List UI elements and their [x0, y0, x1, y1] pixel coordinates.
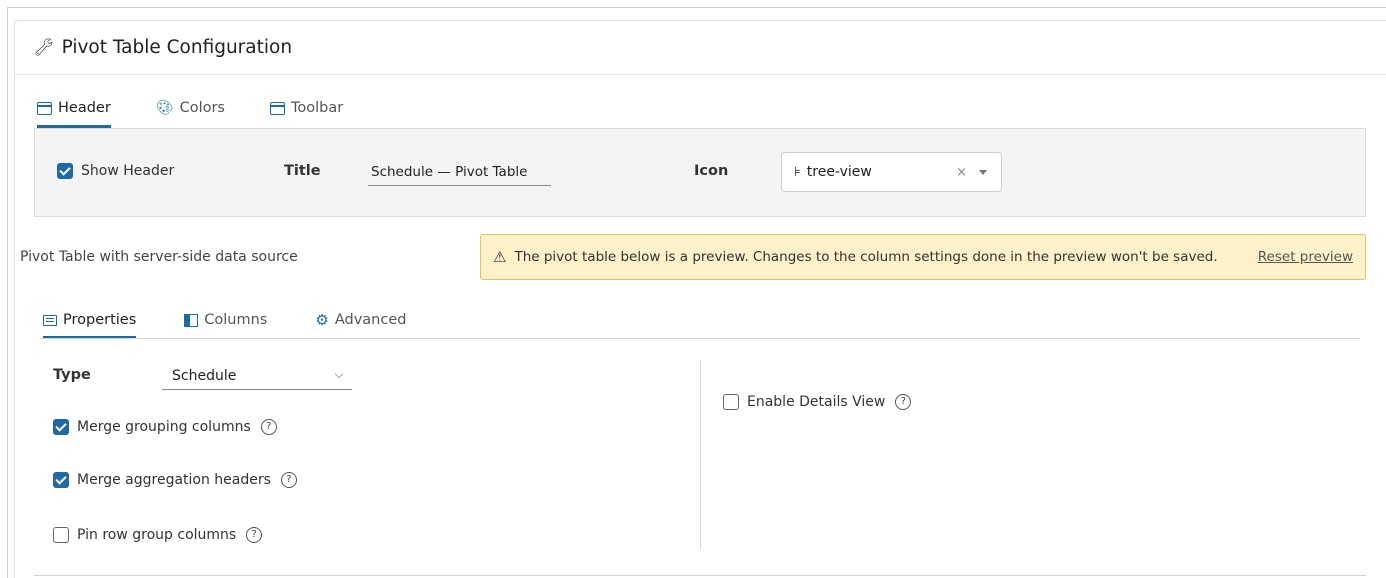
merge-grouping-label: Merge grouping columns — [77, 419, 251, 435]
enable-details-option[interactable]: Enable Details View ? — [723, 394, 912, 410]
pin-row-group-label: Pin row group columns — [77, 527, 237, 543]
card-header: 🔧︎ Pivot Table Configuration — [15, 21, 1386, 75]
data-source-text: Pivot Table with server-side data source — [20, 249, 298, 265]
show-header-checkbox[interactable] — [57, 163, 73, 179]
tab-columns[interactable]: Columns — [184, 309, 267, 339]
preview-warning: ⚠ The pivot table below is a preview. Ch… — [480, 234, 1366, 280]
tree-view-icon: ⊧ — [794, 164, 801, 180]
help-icon[interactable]: ? — [895, 394, 912, 410]
tab-label: Properties — [63, 312, 137, 328]
tab-label: Toolbar — [291, 100, 344, 116]
caret-down-icon[interactable] — [979, 169, 987, 175]
enable-details-label: Enable Details View — [747, 394, 886, 410]
show-header-label: Show Header — [81, 163, 175, 179]
reset-preview-link[interactable]: Reset preview — [1258, 249, 1353, 265]
window-icon — [37, 102, 52, 115]
column-divider — [700, 360, 701, 549]
pin-row-group-option[interactable]: Pin row group columns ? — [53, 527, 263, 543]
columns-icon — [184, 314, 199, 327]
type-select-value: Schedule — [172, 367, 237, 384]
list-icon — [43, 315, 57, 326]
tab-header[interactable]: Header — [37, 96, 111, 128]
show-header-option[interactable]: Show Header — [57, 163, 174, 179]
type-select[interactable]: Schedule — [162, 362, 352, 390]
enable-details-checkbox[interactable] — [723, 394, 739, 410]
sub-tabs: Properties Columns ⚙ Advanced — [43, 309, 454, 339]
tab-label: Colors — [179, 100, 225, 116]
warning-message: The pivot table below is a preview. Chan… — [514, 249, 1218, 265]
top-tabs: Header 🎨︎ Colors Toolbar — [37, 96, 388, 128]
merge-grouping-option[interactable]: Merge grouping columns ? — [53, 419, 277, 435]
bottom-divider — [34, 575, 1366, 576]
merge-aggregation-checkbox[interactable] — [53, 472, 69, 488]
icon-select[interactable]: ⊧ tree-view × — [781, 152, 1002, 192]
title-input[interactable]: Schedule — Pivot Table — [368, 158, 551, 186]
tab-properties[interactable]: Properties — [43, 309, 137, 339]
icon-select-value: tree-view — [806, 164, 872, 180]
tab-label: Header — [58, 100, 111, 116]
tab-label: Advanced — [334, 312, 407, 328]
header-settings-panel: Show Header Title Schedule — Pivot Table… — [34, 128, 1366, 217]
wrench-icon: 🔧︎ — [33, 37, 55, 58]
tab-advanced[interactable]: ⚙ Advanced — [315, 309, 406, 339]
icon-label: Icon — [694, 163, 729, 179]
type-label: Type — [53, 367, 91, 383]
help-icon[interactable]: ? — [280, 472, 297, 488]
pin-row-group-checkbox[interactable] — [53, 527, 69, 543]
help-icon[interactable]: ? — [246, 527, 263, 543]
merge-aggregation-option[interactable]: Merge aggregation headers ? — [53, 472, 297, 488]
merge-grouping-checkbox[interactable] — [53, 419, 69, 435]
tab-label: Columns — [204, 312, 268, 328]
tabs-divider — [40, 338, 1360, 339]
toolbar-icon — [270, 102, 285, 115]
page-title: Pivot Table Configuration — [61, 37, 293, 58]
tab-colors[interactable]: 🎨︎ Colors — [156, 96, 225, 128]
chevron-down-icon — [334, 369, 344, 378]
title-label: Title — [284, 163, 321, 179]
palette-icon: 🎨︎ — [155, 100, 174, 116]
gear-icon: ⚙ — [315, 311, 329, 329]
merge-aggregation-label: Merge aggregation headers — [77, 472, 271, 488]
clear-icon[interactable]: × — [956, 165, 967, 180]
tab-toolbar[interactable]: Toolbar — [270, 96, 343, 128]
help-icon[interactable]: ? — [260, 419, 277, 435]
warning-icon: ⚠ — [493, 248, 507, 266]
